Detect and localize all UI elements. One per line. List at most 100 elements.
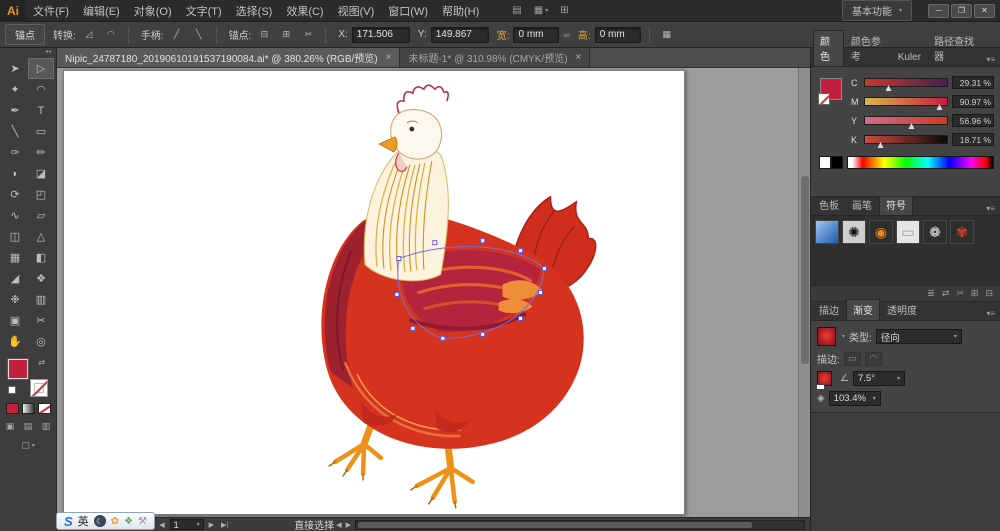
scroll-left-icon[interactable]: ◀ xyxy=(334,521,343,529)
show-handles-icon[interactable]: ╱ xyxy=(168,27,186,43)
workspace-grid-icon[interactable]: ⊞ xyxy=(560,5,568,16)
panel-menu-icon[interactable]: ▾≡ xyxy=(983,202,998,215)
color-stroke-swatch[interactable] xyxy=(818,93,830,105)
pencil-tool[interactable]: ✏ xyxy=(28,142,54,163)
direct-selection-tool[interactable]: ▷ xyxy=(28,58,54,79)
break-link-icon[interactable]: ✂ xyxy=(956,288,964,299)
pen-tool[interactable]: ✒ xyxy=(2,100,28,121)
mesh-tool[interactable]: ▦ xyxy=(2,247,28,268)
magic-wand-tool[interactable]: ✦ xyxy=(2,79,28,100)
tab-close-icon[interactable]: × xyxy=(386,52,392,63)
tab-close-icon[interactable]: × xyxy=(576,52,582,63)
document-tab[interactable]: 未标题-1* @ 310.98% (CMYK/预览) × xyxy=(400,48,590,67)
tab-kuler[interactable]: Kuler xyxy=(892,50,927,66)
slider-thumb-icon[interactable] xyxy=(877,142,883,148)
horizontal-scrollbar[interactable] xyxy=(355,520,805,530)
line-segment-tool[interactable]: ╲ xyxy=(2,121,28,142)
hand-tool[interactable]: ✋ xyxy=(2,331,28,352)
default-fill-stroke-icon[interactable] xyxy=(8,386,16,394)
scale-tool[interactable]: ◰ xyxy=(28,184,54,205)
document-tab-active[interactable]: Nipic_24787180_20190610191537190084.ai* … xyxy=(57,48,400,67)
remove-anchor-icon[interactable]: ⊟ xyxy=(255,27,273,43)
eraser-tool[interactable]: ◪ xyxy=(28,163,54,184)
perspective-grid-tool[interactable]: △ xyxy=(28,226,54,247)
menu-item[interactable]: 效果(C) xyxy=(279,0,330,21)
vertical-scrollbar[interactable] xyxy=(798,68,810,517)
ime-toolbar[interactable]: S 英 ☾ ✿ ❖ ⚒ xyxy=(56,512,155,530)
app-logo[interactable]: Ai xyxy=(0,0,26,22)
slider-thumb-icon[interactable] xyxy=(885,85,891,91)
menu-item[interactable]: 选择(S) xyxy=(229,0,280,21)
tab-color-guide[interactable]: 颜色参考 xyxy=(845,31,891,66)
tab-symbols[interactable]: 符号 xyxy=(879,194,913,215)
tab-stroke[interactable]: 描边 xyxy=(813,300,845,320)
zoom-tool[interactable]: ◎ xyxy=(28,331,54,352)
menu-item[interactable]: 编辑(E) xyxy=(76,0,127,21)
add-anchor-icon[interactable]: ⊞ xyxy=(277,27,295,43)
hide-handles-icon[interactable]: ╲ xyxy=(190,27,208,43)
arrange-documents-icon[interactable]: ▦▾ xyxy=(534,5,548,16)
draw-normal-icon[interactable]: ▣ xyxy=(3,420,18,433)
channel-slider[interactable] xyxy=(864,116,948,125)
sogou-logo[interactable]: S xyxy=(64,514,73,529)
apply-gradient-button[interactable] xyxy=(22,403,35,414)
swap-fill-stroke-icon[interactable]: ⇄ xyxy=(38,358,45,367)
cut-path-icon[interactable]: ✂ xyxy=(299,27,317,43)
gradient-tool[interactable]: ◧ xyxy=(28,247,54,268)
rectangle-tool[interactable]: ▭ xyxy=(28,121,54,142)
channel-slider[interactable] xyxy=(864,135,948,144)
symbol-box[interactable]: ▭ xyxy=(896,220,920,244)
column-graph-tool[interactable]: ▥ xyxy=(28,289,54,310)
apply-color-button[interactable] xyxy=(6,403,19,414)
menu-item[interactable]: 帮助(H) xyxy=(435,0,486,21)
menu-item[interactable]: 文字(T) xyxy=(179,0,229,21)
close-icon[interactable]: ✕ xyxy=(974,4,995,18)
skin-icon[interactable]: ❖ xyxy=(124,516,133,527)
emoji-icon[interactable]: ✿ xyxy=(111,516,119,527)
gradient-swatch[interactable] xyxy=(817,327,836,346)
channel-value[interactable]: 56.96 % xyxy=(952,114,994,127)
stroke-swatch[interactable] xyxy=(30,379,48,397)
panel-menu-icon[interactable]: ▾≡ xyxy=(983,307,998,320)
bridge-icon[interactable]: ▤ xyxy=(512,5,521,16)
symbol-ribbon[interactable] xyxy=(815,220,839,244)
tab-pathfinder[interactable]: 路径查找器 xyxy=(928,31,982,66)
channel-value[interactable]: 29.31 % xyxy=(952,76,994,89)
eyedropper-tool[interactable]: ◢ xyxy=(2,268,28,289)
stroke-gradient-along-icon[interactable]: ◠ xyxy=(865,352,882,366)
slice-tool[interactable]: ✂ xyxy=(28,310,54,331)
ime-language-label[interactable]: 英 xyxy=(78,513,89,529)
free-transform-tool[interactable]: ▱ xyxy=(28,205,54,226)
selection-tool[interactable]: ➤ xyxy=(2,58,28,79)
tab-transparency[interactable]: 透明度 xyxy=(881,300,923,320)
black-swatch[interactable] xyxy=(831,156,843,169)
blend-tool[interactable]: ❖ xyxy=(28,268,54,289)
lasso-tool[interactable]: ◠ xyxy=(28,79,54,100)
gradient-aspect-input[interactable]: 103.4% ▾ xyxy=(829,391,881,406)
gradient-fill-proxy[interactable] xyxy=(817,371,832,386)
channel-slider[interactable] xyxy=(864,78,948,87)
channel-value[interactable]: 90.97 % xyxy=(952,95,994,108)
channel-slider[interactable] xyxy=(864,97,948,106)
blob-brush-tool[interactable]: ◗ xyxy=(2,163,28,184)
vertical-scrollbar-thumb[interactable] xyxy=(801,176,809,365)
gradient-angle-input[interactable]: 7.5° ▾ xyxy=(853,371,905,386)
workspace-switcher[interactable]: 基本功能 ▾ xyxy=(842,0,912,21)
slider-thumb-icon[interactable] xyxy=(936,104,942,110)
x-input[interactable]: 171.506 xyxy=(352,27,410,43)
symbol-sprayer-tool[interactable]: ❉ xyxy=(2,289,28,310)
tab-brushes[interactable]: 画笔 xyxy=(846,195,878,215)
artboard[interactable] xyxy=(63,70,685,515)
white-swatch[interactable] xyxy=(819,156,831,169)
tab-gradient[interactable]: 渐变 xyxy=(846,299,880,320)
screen-mode-button[interactable]: ▢▾ xyxy=(21,439,36,452)
y-input[interactable]: 149.867 xyxy=(431,27,489,43)
constrain-proportions-icon[interactable]: ∞ xyxy=(563,30,569,40)
artboard-number-input[interactable]: 1 ▾ xyxy=(170,519,204,530)
panel-menu-icon[interactable]: ▾≡ xyxy=(983,53,998,66)
draw-inside-icon[interactable]: ▥ xyxy=(39,420,54,433)
height-input[interactable]: 0 mm xyxy=(595,27,641,43)
draw-behind-icon[interactable]: ▤ xyxy=(21,420,36,433)
transform-options-icon[interactable]: ▦ xyxy=(658,27,676,43)
paintbrush-tool[interactable]: ✑ xyxy=(2,142,28,163)
